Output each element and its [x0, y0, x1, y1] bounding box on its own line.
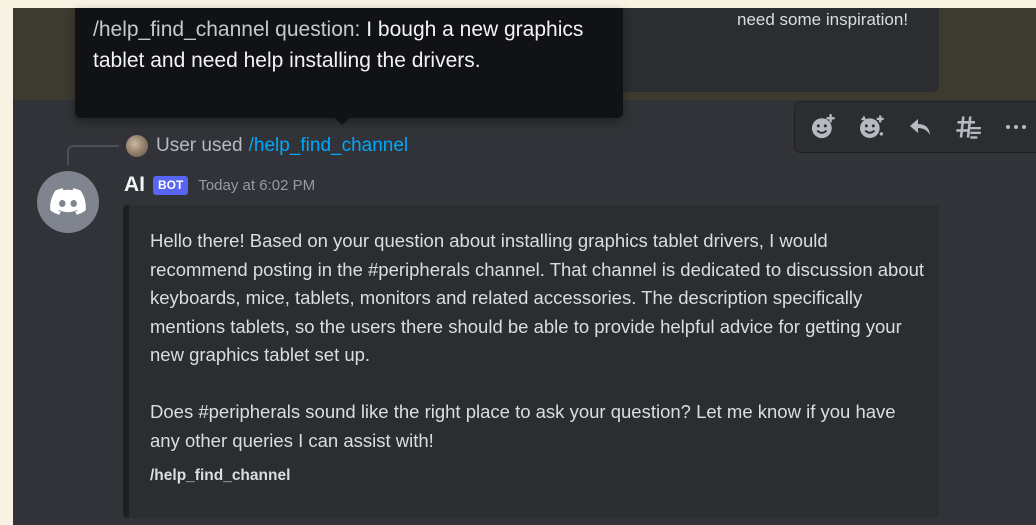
window-frame-top: [0, 0, 1036, 8]
embed-description: Hello there! Based on your question abou…: [150, 227, 930, 455]
tooltip-prefix: /help_find_channel question:: [93, 18, 361, 41]
reply-button[interactable]: [900, 107, 939, 147]
message-hover-toolbar: [795, 102, 1036, 152]
previous-embed-text: need some inspiration!: [737, 10, 909, 29]
reply-icon: [909, 119, 930, 135]
emoji-add-icon: [811, 114, 835, 139]
bot-badge: BOT: [153, 175, 189, 195]
author-name[interactable]: AI: [124, 173, 145, 197]
message-embed: Hello there! Based on your question abou…: [123, 205, 939, 518]
user-avatar-small: [126, 135, 148, 157]
reply-user: User used: [156, 135, 243, 156]
chat-area: need some inspiration! User used /help_f…: [13, 8, 1036, 525]
add-reaction-button[interactable]: [803, 107, 842, 147]
window-frame-left: [0, 0, 13, 525]
tooltip-arrow: [335, 118, 349, 125]
reply-command-link[interactable]: /help_find_channel: [249, 135, 409, 157]
command-reference[interactable]: User used /help_find_channel: [124, 134, 408, 158]
command-tooltip: /help_find_channel question: I bough a n…: [75, 8, 623, 118]
message-header: AI BOT Today at 6:02 PM: [124, 171, 315, 199]
embed-paragraph: Hello there! Based on your question abou…: [150, 230, 925, 365]
embed-footer: /help_find_channel: [150, 467, 291, 484]
discord-logo-icon: [50, 188, 86, 215]
create-thread-button[interactable]: [948, 107, 987, 147]
thread-icon: [956, 116, 981, 139]
timestamp: Today at 6:02 PM: [198, 176, 316, 194]
more-button[interactable]: [997, 107, 1036, 147]
reply-spine: [67, 145, 119, 165]
avatar[interactable]: [37, 171, 99, 233]
super-reaction-icon: [860, 115, 884, 138]
more-icon: [1006, 125, 1027, 129]
embed-paragraph: Does #peripherals sound like the right p…: [150, 401, 896, 451]
super-reaction-button[interactable]: [851, 107, 890, 147]
